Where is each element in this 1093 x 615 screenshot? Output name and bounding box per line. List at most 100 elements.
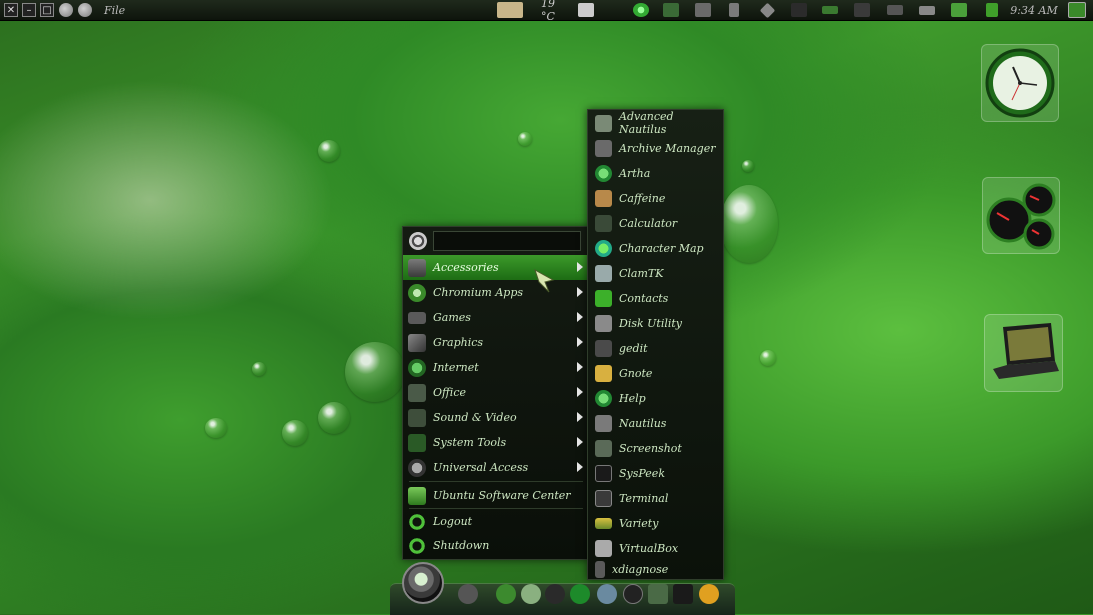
calculator-icon: [595, 214, 612, 232]
minimize-window-button[interactable]: –: [22, 3, 36, 17]
dock-app-icon[interactable]: [597, 584, 617, 604]
graphics-icon: [408, 333, 426, 352]
app-item[interactable]: gedit: [588, 336, 722, 360]
photo-desklet[interactable]: [984, 314, 1063, 392]
accessories-icon: [408, 258, 426, 277]
app-item[interactable]: Screenshot: [588, 436, 722, 460]
system-monitor-desklet[interactable]: [982, 177, 1060, 254]
gedit-icon: [595, 339, 612, 357]
menu-search-input[interactable]: [433, 231, 581, 251]
dock-app-icon[interactable]: [699, 584, 719, 604]
app-item[interactable]: Archive Manager: [588, 136, 722, 160]
app-item[interactable]: Terminal: [588, 486, 722, 510]
app-label: Contacts: [619, 291, 669, 305]
menu-play-button[interactable]: [402, 562, 444, 604]
chevron-right-icon: [577, 362, 583, 372]
gnome-foot-icon[interactable]: [458, 584, 478, 604]
network-icon[interactable]: [820, 2, 840, 18]
shutdown-item[interactable]: Shutdown: [403, 533, 587, 558]
gear-icon[interactable]: [632, 2, 650, 18]
ubuntu-software-center-item[interactable]: Ubuntu Software Center: [403, 483, 587, 508]
dock-app-icon[interactable]: [545, 584, 565, 604]
caffeine-icon: [595, 189, 612, 207]
chevron-right-icon: [577, 287, 583, 297]
dropbox-icon[interactable]: [758, 2, 776, 18]
category-label: Accessories: [433, 261, 499, 274]
chevron-right-icon: [577, 387, 583, 397]
panel-app-icon[interactable]: [59, 3, 73, 17]
dock-app-icon[interactable]: [648, 584, 668, 604]
category-games[interactable]: Games: [403, 305, 587, 330]
clock-desklet[interactable]: [981, 44, 1059, 122]
screenshot-icon: [595, 439, 612, 457]
app-item[interactable]: xdiagnose: [588, 557, 722, 581]
dock-app-icon[interactable]: [496, 584, 516, 604]
app-label: Terminal: [619, 491, 669, 505]
chevron-right-icon: [577, 262, 583, 272]
dock-app-icon[interactable]: [570, 584, 590, 604]
app-item[interactable]: Artha: [588, 161, 722, 185]
help-icon: [595, 389, 612, 407]
image-viewer-icon[interactable]: [694, 2, 712, 18]
category-accessories[interactable]: Accessories: [403, 255, 587, 280]
advanced-nautilus-icon: [595, 114, 612, 132]
logout-item[interactable]: Logout: [403, 509, 587, 534]
shutdown-icon: [408, 536, 426, 555]
close-window-button[interactable]: ✕: [4, 3, 18, 17]
app-item[interactable]: Advanced Nautilus: [588, 110, 722, 136]
user-menu-icon[interactable]: [1068, 2, 1086, 18]
mail-icon[interactable]: [886, 2, 904, 18]
app-item[interactable]: Disk Utility: [588, 311, 722, 335]
chevron-right-icon: [577, 462, 583, 472]
category-graphics[interactable]: Graphics: [403, 330, 587, 355]
menu-divider: [409, 481, 583, 482]
app-label: Nautilus: [619, 416, 667, 430]
chat-icon[interactable]: [950, 2, 968, 18]
app-label: VirtualBox: [619, 541, 679, 555]
clamtk-shield-icon: [595, 264, 612, 282]
app-item[interactable]: Caffeine: [588, 186, 722, 210]
download-icon[interactable]: [983, 2, 1001, 18]
book-icon[interactable]: [577, 2, 595, 18]
device-icon[interactable]: [854, 2, 870, 18]
app-item[interactable]: Variety: [588, 511, 722, 535]
app-item[interactable]: Gnote: [588, 361, 722, 385]
category-universal-access[interactable]: Universal Access: [403, 455, 587, 480]
logout-icon: [408, 512, 426, 531]
category-label: Sound & Video: [433, 411, 517, 424]
category-chromium-apps[interactable]: Chromium Apps: [403, 280, 587, 305]
clock-readout[interactable]: 9:34 AM: [1010, 2, 1058, 18]
file-menu[interactable]: File: [104, 4, 125, 17]
app-item[interactable]: Nautilus: [588, 411, 722, 435]
water-drop: [252, 362, 266, 376]
top-panel: ✕ – □ File 19 °C 9:34 AM: [0, 0, 1093, 23]
dock-app-icon[interactable]: [623, 584, 643, 604]
battery-icon[interactable]: [918, 2, 936, 18]
office-icon: [408, 383, 426, 402]
gnote-icon: [595, 364, 612, 382]
dock-app-icon[interactable]: [521, 584, 541, 604]
category-office[interactable]: Office: [403, 380, 587, 405]
cup-icon[interactable]: [790, 2, 808, 18]
dock-app-icon[interactable]: [673, 584, 693, 604]
games-icon: [408, 311, 426, 324]
app-item[interactable]: Help: [588, 386, 722, 410]
category-internet[interactable]: Internet: [403, 355, 587, 380]
app-item[interactable]: Character Map: [588, 236, 722, 260]
maximize-window-button[interactable]: □: [40, 3, 54, 17]
app-item[interactable]: Calculator: [588, 211, 722, 235]
category-label: Office: [433, 386, 466, 399]
app-item[interactable]: ClamTK: [588, 261, 722, 285]
app-item[interactable]: SysPeek: [588, 461, 722, 485]
panel-app-icon[interactable]: [78, 3, 92, 17]
temperature-readout: 19 °C: [541, 0, 555, 23]
water-drop: [282, 420, 308, 446]
category-sound-video[interactable]: Sound & Video: [403, 405, 587, 430]
category-system-tools[interactable]: System Tools: [403, 430, 587, 455]
app-item[interactable]: Contacts: [588, 286, 722, 310]
app-label: xdiagnose: [612, 562, 669, 576]
folder-icon[interactable]: [662, 2, 680, 18]
app-label: Artha: [619, 166, 651, 180]
power-manager-icon[interactable]: [726, 2, 742, 18]
weather-icon[interactable]: [497, 2, 523, 18]
